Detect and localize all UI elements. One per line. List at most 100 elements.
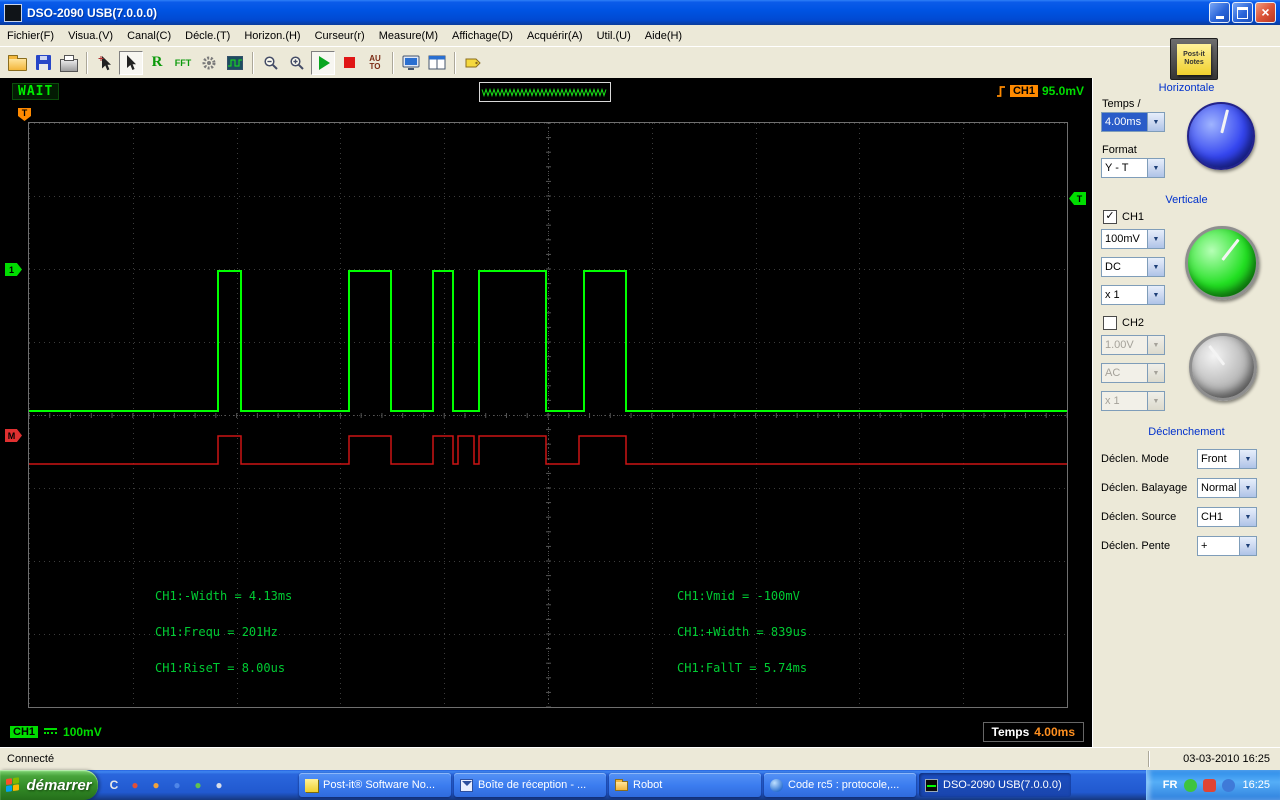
ch1-level-marker[interactable]: 1 (5, 263, 22, 276)
horizontal-position-knob[interactable] (1187, 102, 1255, 170)
chevron-down-icon[interactable]: ▼ (1147, 159, 1164, 177)
taskbar-task-scope[interactable]: DSO-2090 USB(7.0.0.0) (919, 773, 1071, 797)
system-tray: FR 16:25 (1146, 770, 1280, 800)
menu-item-utilu[interactable]: Util.(U) (590, 27, 638, 45)
ch1-label: CH1 (1122, 211, 1144, 223)
knob-pointer (1208, 345, 1225, 366)
task-label: Robot (633, 779, 662, 791)
tray-icon-green[interactable] (1184, 779, 1197, 792)
fft-button[interactable]: FFT (171, 51, 195, 75)
postit-notes-icon[interactable]: Post-it Notes (1170, 38, 1218, 80)
menu-item-affichaged[interactable]: Affichage(D) (445, 27, 520, 45)
trigger-mode-select[interactable]: Front▼ (1197, 449, 1257, 469)
display-window-button[interactable] (399, 51, 423, 75)
zoom-out-button[interactable] (259, 51, 283, 75)
taskbar-task-postit[interactable]: Post-it® Software No... (299, 773, 451, 797)
chevron-down-icon[interactable]: ▼ (1239, 479, 1256, 497)
time-base-label: Temps / (1102, 98, 1141, 110)
language-indicator[interactable]: FR (1163, 779, 1178, 791)
postit-note: Post-it Notes (1177, 44, 1211, 75)
menu-item-acqurira[interactable]: Acquérir(A) (520, 27, 590, 45)
menu-item-horizonh[interactable]: Horizon.(H) (237, 27, 307, 45)
ch2-label: CH2 (1122, 317, 1144, 329)
chevron-down-icon[interactable]: ▼ (1239, 537, 1256, 555)
start-acquisition-button[interactable] (311, 51, 335, 75)
tray-icon-red[interactable] (1203, 779, 1216, 792)
chevron-down-icon[interactable]: ▼ (1147, 286, 1164, 304)
close-button[interactable] (1255, 2, 1276, 23)
split-display-button[interactable] (425, 51, 449, 75)
waveform-preview[interactable] (479, 82, 611, 102)
task-label: Boîte de réception - ... (478, 779, 586, 791)
waveform-display-button[interactable] (223, 51, 247, 75)
taskbar-task-mail[interactable]: Boîte de réception - ... (454, 773, 606, 797)
menu-item-visuav[interactable]: Visua.(V) (61, 27, 120, 45)
window-title: DSO-2090 USB(7.0.0.0) (27, 6, 1207, 20)
ch2-coupling-value: AC (1102, 364, 1147, 382)
auto-icon: AU TO (369, 55, 381, 71)
trigger-setting-row: Déclen. Pente+▼ (1099, 536, 1275, 556)
knob-pointer (1220, 109, 1229, 133)
trigger-slope-select[interactable]: +▼ (1197, 536, 1257, 556)
ch2-position-knob[interactable] (1189, 333, 1257, 401)
chevron-down-icon[interactable]: ▼ (1147, 230, 1164, 248)
taskbar: démarrer C ● ● ● ● ● Post-it® Software No... B… (0, 770, 1280, 800)
chevron-down-icon[interactable]: ▼ (1239, 508, 1256, 526)
scope-display[interactable]: CH1:-Width = 4.13msCH1:Frequ = 201HzCH1:… (28, 122, 1068, 708)
quicklaunch-icon-5[interactable]: ● (190, 777, 206, 793)
start-button[interactable]: démarrer (0, 770, 98, 800)
math-trace-marker[interactable]: M (5, 429, 22, 442)
ch1-probe-select[interactable]: x 1▼ (1101, 285, 1165, 305)
pointer-tool-button[interactable] (119, 51, 143, 75)
r-tool-icon: R (152, 54, 163, 71)
chevron-down-icon[interactable]: ▼ (1239, 450, 1256, 468)
ch2-probe-value: x 1 (1102, 392, 1147, 410)
quicklaunch-icon-2[interactable]: ● (127, 777, 143, 793)
crosshair-tool-button[interactable] (93, 51, 117, 75)
timebase-label: Temps (992, 725, 1030, 739)
dc-coupling-icon (44, 728, 57, 737)
local-zoom-button[interactable]: R (145, 51, 169, 75)
ch1-volts-select[interactable]: 100mV▼ (1101, 229, 1165, 249)
maximize-button[interactable] (1232, 2, 1253, 23)
measurement-readout: CH1:RiseT = 8.00us (155, 661, 292, 697)
quicklaunch-icon-1[interactable]: C (106, 777, 122, 793)
trigger-level-marker[interactable]: T (1069, 192, 1086, 205)
chevron-down-icon[interactable]: ▼ (1147, 258, 1164, 276)
trigger-time-marker[interactable]: T (18, 108, 31, 121)
ch1-position-knob[interactable] (1185, 226, 1259, 300)
stop-acquisition-button[interactable] (337, 51, 361, 75)
chevron-down-icon[interactable]: ▼ (1147, 113, 1164, 131)
print-button[interactable] (57, 51, 81, 75)
menu-item-fichierf[interactable]: Fichier(F) (0, 27, 61, 45)
menu-item-measurem[interactable]: Measure(M) (372, 27, 445, 45)
save-button[interactable] (31, 51, 55, 75)
quicklaunch-icon-3[interactable]: ● (148, 777, 164, 793)
time-base-select[interactable]: 4.00ms▼ (1101, 112, 1165, 132)
menu-item-aideh[interactable]: Aide(H) (638, 27, 689, 45)
trigger-sweep-label: Déclen. Balayage (1101, 482, 1187, 494)
tray-icon-blue[interactable] (1222, 779, 1235, 792)
quicklaunch-icon-4[interactable]: ● (169, 777, 185, 793)
zoom-in-button[interactable] (285, 51, 309, 75)
taskbar-task-folder[interactable]: Robot (609, 773, 761, 797)
toolbar-separator (252, 52, 254, 74)
taskbar-task-globe[interactable]: Code rc5 : protocole,... (764, 773, 916, 797)
measure-label-button[interactable] (461, 51, 485, 75)
ch1-coupling-value: DC (1102, 258, 1147, 276)
ch2-checkbox[interactable] (1103, 316, 1117, 330)
minimize-button[interactable] (1209, 2, 1230, 23)
open-file-button[interactable] (5, 51, 29, 75)
quicklaunch-icon-6[interactable]: ● (211, 777, 227, 793)
ch1-checkbox[interactable] (1103, 210, 1117, 224)
menu-item-curseurr[interactable]: Curseur(r) (308, 27, 372, 45)
ch1-coupling-select[interactable]: DC▼ (1101, 257, 1165, 277)
autoset-button[interactable]: AU TO (363, 51, 387, 75)
trigger-setting-row: Déclen. ModeFront▼ (1099, 449, 1275, 469)
settings-button[interactable] (197, 51, 221, 75)
trigger-source-select[interactable]: CH1▼ (1197, 507, 1257, 527)
menu-item-dclet[interactable]: Décle.(T) (178, 27, 237, 45)
trigger-sweep-select[interactable]: Normal▼ (1197, 478, 1257, 498)
menu-item-canalc[interactable]: Canal(C) (120, 27, 178, 45)
format-select[interactable]: Y - T▼ (1101, 158, 1165, 178)
